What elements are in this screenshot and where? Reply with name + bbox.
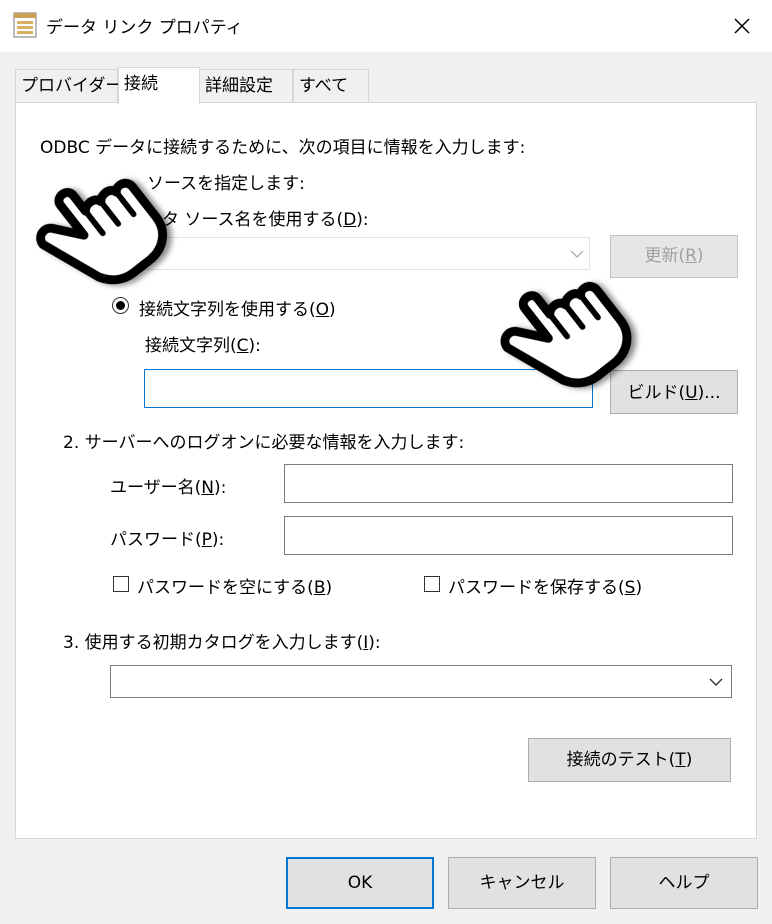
conn-string-radio[interactable] bbox=[112, 297, 129, 314]
tab-label: 詳細設定 bbox=[205, 76, 273, 96]
password-label: パスワード(P): bbox=[110, 530, 225, 550]
step2-label: 2. サーバーへのログオンに必要な情報を入力します: bbox=[63, 433, 465, 453]
tab-advanced[interactable]: 詳細設定 bbox=[199, 69, 293, 102]
tab-provider[interactable]: プロバイダー bbox=[15, 69, 122, 102]
conn-string-label: 接続文字列(C): bbox=[145, 336, 261, 356]
tab-label: 接続 bbox=[124, 74, 158, 94]
help-button[interactable]: ヘルプ bbox=[610, 857, 758, 909]
pointing-hand-icon bbox=[500, 281, 632, 388]
password-input[interactable] bbox=[284, 516, 733, 555]
save-password-checkbox[interactable] bbox=[424, 576, 440, 592]
chevron-down-icon bbox=[709, 678, 723, 686]
tab-label: すべて bbox=[299, 76, 349, 96]
tab-label: プロバイダー bbox=[21, 76, 123, 96]
username-input[interactable] bbox=[284, 464, 733, 503]
blank-password-checkbox[interactable] bbox=[113, 576, 129, 592]
test-connection-button[interactable]: 接続のテスト(T) bbox=[528, 738, 731, 782]
ok-button[interactable]: OK bbox=[286, 857, 434, 909]
window-title: データ リンク プロパティ bbox=[46, 18, 243, 38]
catalog-combobox[interactable] bbox=[110, 665, 732, 698]
pointing-hand-icon bbox=[36, 178, 168, 285]
username-label: ユーザー名(N): bbox=[110, 478, 227, 498]
conn-string-radio-label[interactable]: 接続文字列を使用する(O) bbox=[139, 295, 336, 320]
cancel-button[interactable]: キャンセル bbox=[448, 857, 596, 909]
tab-all[interactable]: すべて bbox=[293, 69, 369, 102]
save-password-label[interactable]: パスワードを保存する(S) bbox=[448, 573, 642, 598]
database-properties-icon bbox=[13, 12, 37, 38]
close-icon[interactable] bbox=[728, 12, 756, 40]
step3-label: 3. 使用する初期カタログを入力します(I): bbox=[63, 633, 381, 653]
tab-connection[interactable]: 接続 bbox=[118, 67, 200, 104]
blank-password-label[interactable]: パスワードを空にする(B) bbox=[137, 573, 332, 598]
